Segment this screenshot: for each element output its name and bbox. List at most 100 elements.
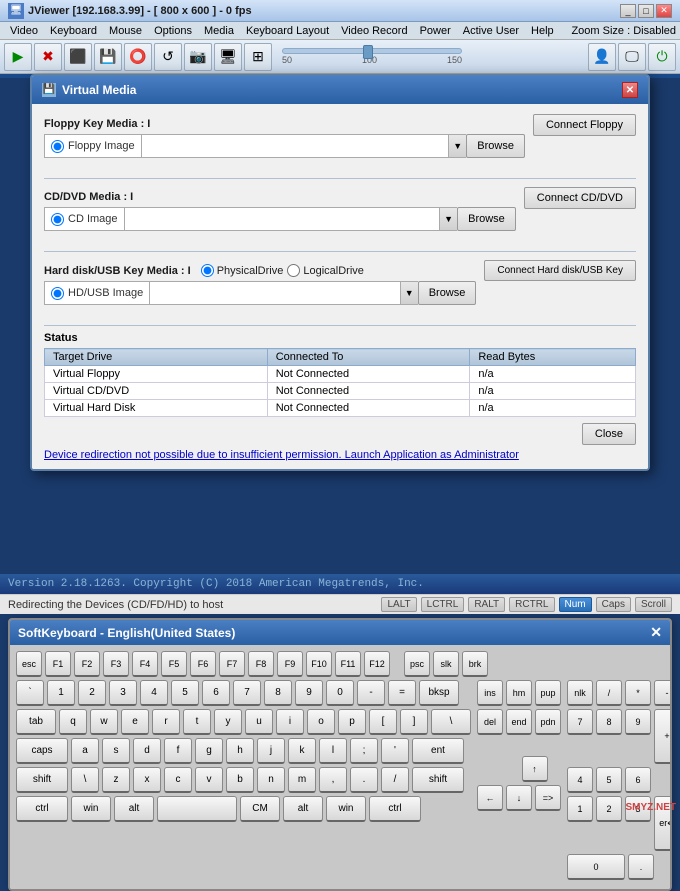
key-f7[interactable]: F7 xyxy=(219,651,245,677)
menu-mouse[interactable]: Mouse xyxy=(103,22,148,39)
key-left[interactable]: ← xyxy=(477,785,503,811)
cd-radio[interactable] xyxy=(51,213,64,226)
circle-button[interactable]: ⭕ xyxy=(124,43,152,71)
key-f10[interactable]: F10 xyxy=(306,651,332,677)
key-esc[interactable]: esc xyxy=(16,651,42,677)
key-insert[interactable]: ins xyxy=(477,680,503,706)
monitor-button[interactable]: 🖵 xyxy=(618,43,646,71)
hd-browse-button[interactable]: Browse xyxy=(418,281,477,305)
key-tab[interactable]: tab xyxy=(16,709,56,735)
key-backtick[interactable]: ` xyxy=(16,680,44,706)
key-num0[interactable]: 0 xyxy=(567,854,625,880)
hd-path-input[interactable] xyxy=(149,281,399,305)
cddvd-path-input[interactable] xyxy=(124,207,440,231)
key-9[interactable]: 9 xyxy=(295,680,323,706)
key-num-div[interactable]: / xyxy=(596,680,622,706)
key-z[interactable]: z xyxy=(102,767,130,793)
key-u[interactable]: u xyxy=(245,709,273,735)
key-r[interactable]: r xyxy=(152,709,180,735)
key-period[interactable]: . xyxy=(350,767,378,793)
key-num5[interactable]: 5 xyxy=(596,767,622,793)
key-2[interactable]: 2 xyxy=(78,680,106,706)
key-psc[interactable]: psc xyxy=(404,651,430,677)
key-j[interactable]: j xyxy=(257,738,285,764)
cddvd-browse-button[interactable]: Browse xyxy=(457,207,516,231)
menu-help[interactable]: Help xyxy=(525,22,560,39)
key-f1[interactable]: F1 xyxy=(45,651,71,677)
floppy-browse-button[interactable]: Browse xyxy=(466,134,525,158)
key-equals[interactable]: = xyxy=(388,680,416,706)
key-brk[interactable]: brk xyxy=(462,651,488,677)
key-f4[interactable]: F4 xyxy=(132,651,158,677)
key-q[interactable]: q xyxy=(59,709,87,735)
key-4[interactable]: 4 xyxy=(140,680,168,706)
key-slk[interactable]: slk xyxy=(433,651,459,677)
rctrl-key[interactable]: RCTRL xyxy=(509,597,554,612)
key-3[interactable]: 3 xyxy=(109,680,137,706)
logical-radio[interactable] xyxy=(287,264,300,277)
record-button[interactable]: ⬛ xyxy=(64,43,92,71)
menu-keyboard[interactable]: Keyboard xyxy=(44,22,103,39)
warning-text[interactable]: Device redirection not possible due to i… xyxy=(44,449,636,461)
logical-drive-option[interactable]: LogicalDrive xyxy=(287,264,364,277)
key-c[interactable]: c xyxy=(164,767,192,793)
key-num-mul[interactable]: * xyxy=(625,680,651,706)
grid-button[interactable]: ⊞ xyxy=(244,43,272,71)
dialog-close-button[interactable]: ✕ xyxy=(622,82,638,98)
connect-floppy-button[interactable]: Connect Floppy xyxy=(533,114,636,136)
key-7[interactable]: 7 xyxy=(233,680,261,706)
floppy-path-input[interactable] xyxy=(141,134,449,158)
menu-keyboard-layout[interactable]: Keyboard Layout xyxy=(240,22,335,39)
key-l[interactable]: l xyxy=(319,738,347,764)
zoom-slider[interactable] xyxy=(282,48,462,54)
hd-dropdown-arrow[interactable]: ▼ xyxy=(400,281,418,305)
key-x[interactable]: x xyxy=(133,767,161,793)
key-backslash[interactable]: \ xyxy=(431,709,471,735)
floppy-dropdown-arrow[interactable]: ▼ xyxy=(448,134,466,158)
save-button[interactable]: 💾 xyxy=(94,43,122,71)
key-semicolon[interactable]: ; xyxy=(350,738,378,764)
stop-button[interactable]: ✖ xyxy=(34,43,62,71)
maximize-button[interactable]: □ xyxy=(638,4,654,18)
key-down[interactable]: ↓ xyxy=(506,785,532,811)
minimize-button[interactable]: _ xyxy=(620,4,636,18)
key-f9[interactable]: F9 xyxy=(277,651,303,677)
key-slash[interactable]: / xyxy=(381,767,409,793)
ralt-key[interactable]: RALT xyxy=(468,597,505,612)
key-f3[interactable]: F3 xyxy=(103,651,129,677)
menu-video[interactable]: Video xyxy=(4,22,44,39)
menu-active-user[interactable]: Active User xyxy=(457,22,525,39)
menu-media[interactable]: Media xyxy=(198,22,240,39)
softkb-close-button[interactable]: ✕ xyxy=(650,624,662,641)
key-f12[interactable]: F12 xyxy=(364,651,390,677)
key-f8[interactable]: F8 xyxy=(248,651,274,677)
key-num-minus[interactable]: - xyxy=(654,680,672,706)
key-num2[interactable]: 2 xyxy=(596,796,622,822)
num-key[interactable]: Num xyxy=(559,597,592,612)
key-shift-left[interactable]: shift xyxy=(16,767,68,793)
key-quote[interactable]: ' xyxy=(381,738,409,764)
key-f2[interactable]: F2 xyxy=(74,651,100,677)
connect-cddvd-button[interactable]: Connect CD/DVD xyxy=(524,187,636,209)
key-num7[interactable]: 7 xyxy=(567,709,593,735)
key-p[interactable]: p xyxy=(338,709,366,735)
key-num4[interactable]: 4 xyxy=(567,767,593,793)
key-0[interactable]: 0 xyxy=(326,680,354,706)
key-ctrl-left[interactable]: ctrl xyxy=(16,796,68,822)
key-alt-left[interactable]: alt xyxy=(114,796,154,822)
key-i[interactable]: i xyxy=(276,709,304,735)
menu-video-record[interactable]: Video Record xyxy=(335,22,413,39)
key-g[interactable]: g xyxy=(195,738,223,764)
key-enter[interactable]: ent xyxy=(412,738,464,764)
key-num-dot[interactable]: . xyxy=(628,854,654,880)
menu-power[interactable]: Power xyxy=(414,22,457,39)
key-b[interactable]: b xyxy=(226,767,254,793)
key-caps[interactable]: caps xyxy=(16,738,68,764)
close-window-button[interactable]: ✕ xyxy=(656,4,672,18)
key-f[interactable]: f xyxy=(164,738,192,764)
key-y[interactable]: y xyxy=(214,709,242,735)
key-f11[interactable]: F11 xyxy=(335,651,361,677)
caps-key[interactable]: Caps xyxy=(596,597,631,612)
key-lbracket[interactable]: [ xyxy=(369,709,397,735)
key-num8[interactable]: 8 xyxy=(596,709,622,735)
